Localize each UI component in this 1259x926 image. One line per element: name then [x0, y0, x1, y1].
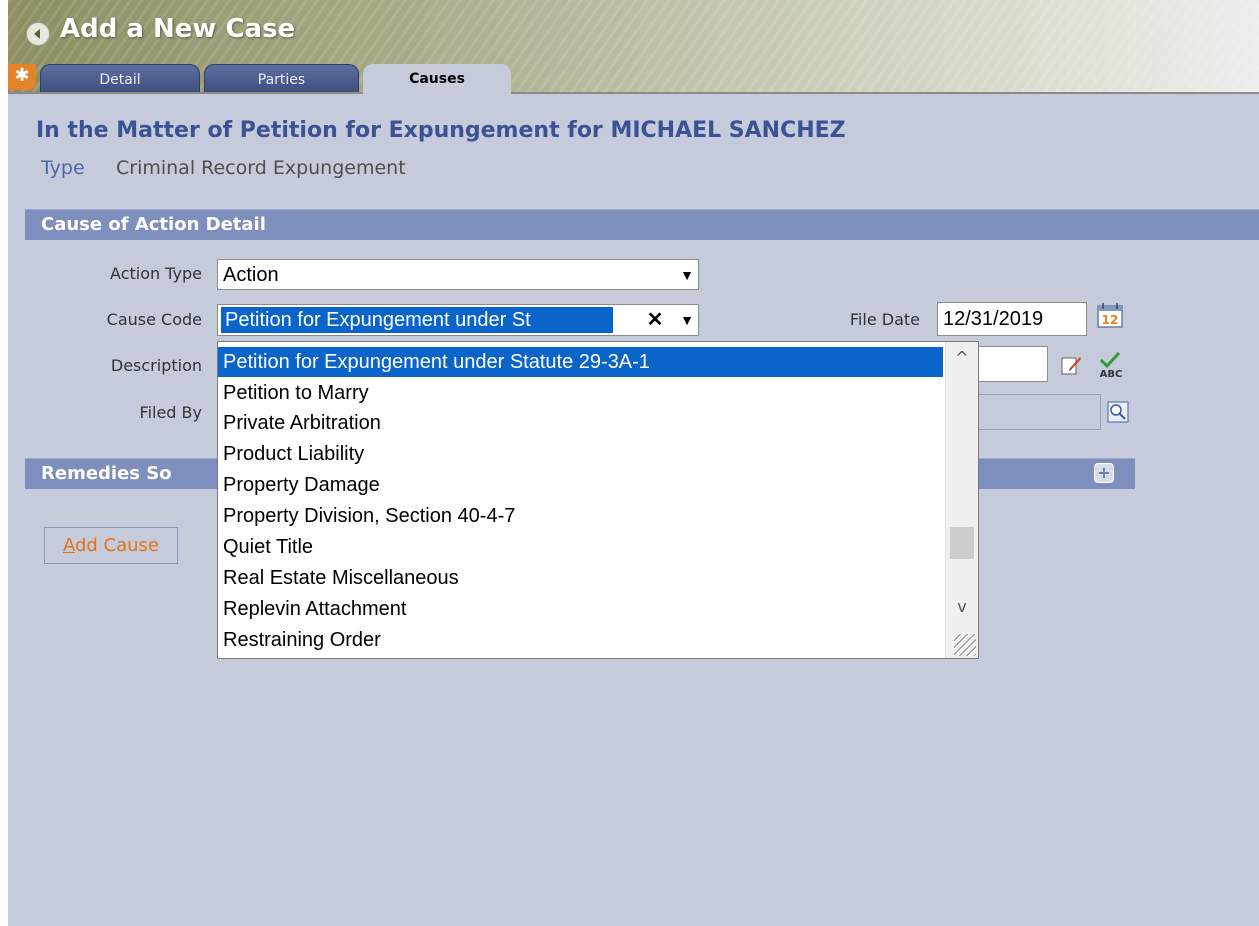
- calendar-icon[interactable]: 12: [1095, 300, 1125, 330]
- dropdown-option[interactable]: Petition for Expungement under Statute 2…: [218, 347, 943, 377]
- svg-text:ABC: ABC: [1100, 369, 1123, 380]
- dropdown-option[interactable]: Private Arbitration: [218, 408, 943, 438]
- page-header: Add a New Case ✱ Detail Parties Causes: [8, 0, 1259, 94]
- action-type-label: Action Type: [110, 264, 202, 283]
- scroll-up-icon[interactable]: ^: [946, 348, 978, 367]
- description-label: Description: [110, 356, 202, 375]
- chevron-down-icon[interactable]: ▼: [676, 260, 698, 289]
- remedies-section-title: Remedies So: [41, 463, 172, 484]
- add-cause-button[interactable]: Add Cause: [44, 527, 178, 564]
- spellcheck-icon[interactable]: ABC: [1094, 350, 1128, 380]
- page-title: Add a New Case: [60, 14, 296, 44]
- case-type-value: Criminal Record Expungement: [116, 157, 406, 179]
- asterisk-icon[interactable]: ✱: [8, 64, 36, 90]
- app-frame: Add a New Case ✱ Detail Parties Causes I…: [8, 0, 1259, 926]
- dropdown-option[interactable]: Replevin Attachment: [218, 594, 943, 624]
- add-cause-label: dd Cause: [74, 535, 160, 556]
- scroll-down-icon[interactable]: v: [946, 597, 978, 616]
- svg-text:12: 12: [1102, 313, 1119, 327]
- dropdown-option[interactable]: Property Damage: [218, 470, 943, 500]
- clear-icon[interactable]: ✕: [642, 305, 668, 335]
- action-type-value: Action: [223, 264, 279, 286]
- case-type-label: Type: [41, 157, 85, 179]
- filed-by-label: Filed By: [139, 403, 202, 422]
- cause-code-label: Cause Code: [106, 310, 202, 329]
- case-title: In the Matter of Petition for Expungemen…: [36, 118, 846, 143]
- cause-code-dropdown-list[interactable]: Petition for Expungement under Statute 2…: [217, 341, 979, 659]
- cause-code-combobox[interactable]: Petition for Expungement under St ✕ ▼: [217, 304, 699, 336]
- lookup-icon[interactable]: [1106, 400, 1130, 424]
- scroll-thumb[interactable]: [950, 527, 974, 559]
- edit-note-icon[interactable]: [1059, 353, 1083, 377]
- tab-causes[interactable]: Causes: [363, 64, 511, 94]
- action-type-select[interactable]: Action ▼: [217, 259, 699, 290]
- file-date-value: 12/31/2019: [943, 308, 1044, 330]
- tab-parties[interactable]: Parties: [204, 64, 359, 92]
- tab-detail[interactable]: Detail: [40, 64, 200, 92]
- resize-grip-icon[interactable]: [954, 634, 976, 656]
- cause-detail-section-header: Cause of Action Detail: [25, 209, 1259, 240]
- plus-icon[interactable]: +: [1094, 463, 1114, 483]
- file-date-label: File Date: [849, 310, 920, 329]
- file-date-input[interactable]: 12/31/2019: [937, 302, 1087, 336]
- dropdown-scrollbar[interactable]: ^ v: [945, 342, 978, 658]
- add-cause-accesskey: A: [62, 535, 75, 556]
- dropdown-option[interactable]: Petition to Marry: [218, 378, 943, 408]
- dropdown-option[interactable]: Restraining Order: [218, 625, 943, 655]
- dropdown-option[interactable]: Property Division, Section 40-4-7: [218, 501, 943, 531]
- chevron-down-icon[interactable]: ▼: [676, 305, 698, 335]
- back-arrow-icon[interactable]: [26, 22, 50, 46]
- cause-code-input[interactable]: Petition for Expungement under St: [221, 307, 613, 333]
- dropdown-option[interactable]: Quiet Title: [218, 532, 943, 562]
- dropdown-option[interactable]: Real Estate Miscellaneous: [218, 563, 943, 593]
- dropdown-option[interactable]: Product Liability: [218, 439, 943, 469]
